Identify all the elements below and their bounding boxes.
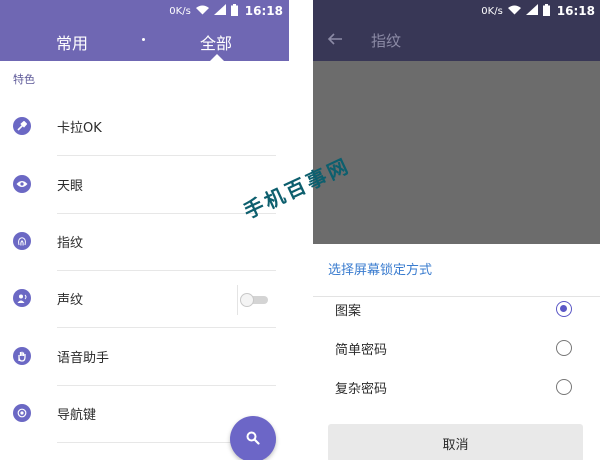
microphone-icon xyxy=(13,117,31,135)
status-bar: 0K/s 16:18 xyxy=(0,0,289,22)
signal-icon xyxy=(213,4,226,18)
network-speed: 0K/s xyxy=(169,5,191,17)
divider xyxy=(57,155,276,156)
wifi-icon xyxy=(195,5,209,18)
list-item-label: 指纹 xyxy=(57,236,84,251)
radio-selected[interactable] xyxy=(556,301,572,317)
tab-separator-dot xyxy=(142,38,145,41)
app-header: 0K/s 16:18 常用 全部 xyxy=(0,0,289,61)
tab-common[interactable]: 常用 xyxy=(56,30,88,54)
network-speed: 0K/s xyxy=(481,5,503,17)
wifi-icon xyxy=(507,5,521,18)
option-pattern[interactable]: 图案 xyxy=(313,290,600,328)
battery-icon xyxy=(542,3,550,19)
list-item-fingerprint[interactable]: 指纹 xyxy=(0,214,289,271)
section-title: 特色 xyxy=(13,73,35,86)
list-item-label: 语音助手 xyxy=(57,351,110,366)
toggle-divider xyxy=(237,285,238,315)
nav-key-icon xyxy=(13,404,31,422)
page-title: 指纹 xyxy=(371,32,402,50)
option-complex-password[interactable]: 复杂密码 xyxy=(313,368,600,406)
status-time: 16:18 xyxy=(244,4,283,18)
signal-icon xyxy=(525,4,538,18)
voiceprint-icon xyxy=(13,289,31,307)
status-time: 16:18 xyxy=(556,4,595,18)
status-bar: 0K/s 16:18 xyxy=(313,0,600,22)
list-item-label: 声纹 xyxy=(57,293,84,308)
list-item-label: 天眼 xyxy=(57,179,84,194)
cancel-button[interactable]: 取消 xyxy=(328,424,583,460)
divider xyxy=(57,327,276,328)
app-header: 0K/s 16:18 指纹 xyxy=(313,0,600,61)
option-simple-password[interactable]: 简单密码 xyxy=(313,329,600,367)
fingerprint-icon xyxy=(13,232,31,250)
option-label: 复杂密码 xyxy=(335,382,388,397)
list-item-label: 导航键 xyxy=(57,408,97,423)
right-phone-screen: 0K/s 16:18 指纹 选择屏幕锁定方式 图案 简单密码 复杂密码 取消 xyxy=(313,0,600,460)
search-icon xyxy=(246,430,260,449)
active-tab-indicator xyxy=(210,54,224,61)
radio-unselected[interactable] xyxy=(556,379,572,395)
option-label: 图案 xyxy=(335,304,362,319)
option-label: 简单密码 xyxy=(335,343,388,358)
search-fab-button[interactable] xyxy=(230,416,276,460)
battery-icon xyxy=(230,3,238,19)
dialog-title: 选择屏幕锁定方式 xyxy=(328,263,433,278)
radio-dot xyxy=(560,305,567,312)
lock-method-dialog: 选择屏幕锁定方式 图案 简单密码 复杂密码 取消 xyxy=(313,244,600,460)
toggle-knob xyxy=(240,293,254,307)
hand-icon xyxy=(13,347,31,365)
list-item-voice-assistant[interactable]: 语音助手 xyxy=(0,329,289,386)
back-arrow-icon[interactable] xyxy=(327,31,343,47)
list-item-label: 卡拉OK xyxy=(57,121,102,136)
left-phone-screen: 0K/s 16:18 常用 全部 特色 卡拉OK 天眼 指纹 声纹 语音助手 导… xyxy=(0,0,289,460)
eye-icon xyxy=(13,175,31,193)
list-item-karaoke[interactable]: 卡拉OK xyxy=(0,99,289,156)
tab-all[interactable]: 全部 xyxy=(200,30,232,54)
radio-unselected[interactable] xyxy=(556,340,572,356)
voiceprint-toggle[interactable] xyxy=(240,293,268,307)
